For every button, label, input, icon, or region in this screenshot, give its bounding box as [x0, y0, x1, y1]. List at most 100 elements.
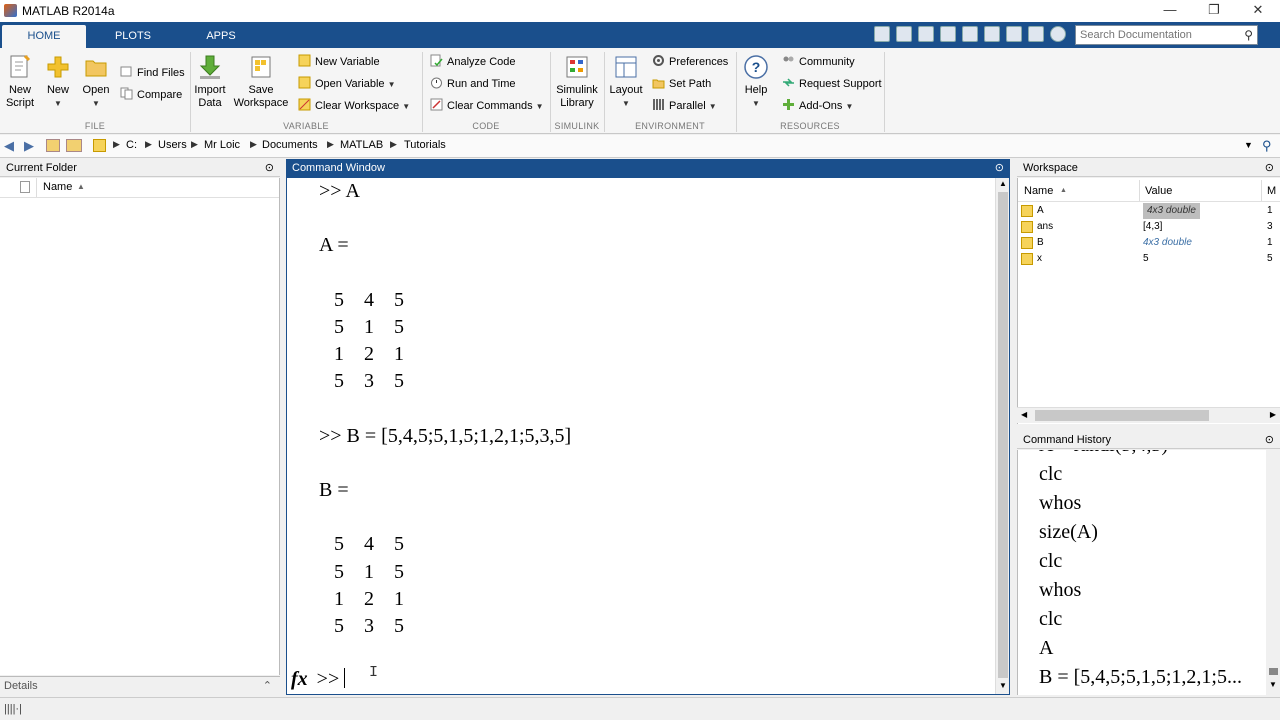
workspace-horizontal-scrollbar[interactable]: ◀ ▶ — [1017, 407, 1280, 423]
tab-plots[interactable]: PLOTS — [88, 25, 178, 48]
history-item[interactable]: A = randi(5,4,3) — [1039, 450, 1168, 457]
search-icon[interactable]: ⚲ — [1244, 28, 1253, 42]
command-prompt[interactable]: fx >> — [291, 668, 346, 691]
panel-menu-icon[interactable]: ⊙ — [995, 159, 1004, 177]
simulink-library-button[interactable]: Simulink Library — [554, 54, 600, 110]
scrollbar-thumb[interactable] — [1035, 410, 1209, 421]
import-data-button[interactable]: Import Data — [194, 54, 226, 110]
scroll-up-icon[interactable]: ▲ — [999, 179, 1007, 188]
history-item[interactable]: A — [1039, 637, 1053, 660]
history-item[interactable]: B = [5,4,5;5,1,5;1,2,1;5... — [1039, 666, 1242, 689]
save-icon[interactable] — [896, 26, 912, 42]
search-input[interactable] — [1076, 26, 1236, 44]
switch-windows-icon[interactable] — [1028, 26, 1044, 42]
divider — [1261, 180, 1262, 201]
close-button[interactable]: ✕ — [1236, 0, 1280, 22]
history-item[interactable]: whos — [1039, 492, 1081, 515]
new-button[interactable]: New ▼ — [44, 54, 72, 110]
variable-m: 1 — [1267, 237, 1273, 248]
group-code-label: CODE — [472, 121, 500, 131]
breadcrumb-documents[interactable]: Documents — [262, 139, 318, 151]
quick-access-toolbar — [870, 25, 1070, 45]
command-window-scrollbar[interactable]: ▲ ▼ — [995, 178, 1009, 694]
breadcrumb-users[interactable]: Users — [158, 139, 187, 151]
history-item[interactable]: clc — [1039, 550, 1062, 573]
workspace-title: Workspace — [1023, 162, 1078, 174]
scrollbar-thumb[interactable] — [1269, 668, 1278, 675]
column-m[interactable]: M — [1267, 182, 1276, 200]
scroll-right-icon[interactable]: ▶ — [1270, 410, 1276, 419]
scissors-icon[interactable] — [918, 26, 934, 42]
scroll-left-icon[interactable]: ◀ — [1021, 410, 1027, 419]
open-variable-button[interactable]: Open Variable ▼ — [298, 75, 396, 93]
set-path-button[interactable]: Set Path — [652, 75, 711, 93]
panel-menu-icon[interactable]: ⊙ — [1265, 431, 1274, 449]
new-script-button[interactable]: New Script — [4, 54, 36, 110]
column-name[interactable]: Name — [43, 181, 72, 193]
divider — [550, 52, 551, 132]
new-plus-icon — [47, 56, 69, 78]
analyze-code-label: Analyze Code — [447, 56, 516, 68]
up-folder-icon[interactable] — [46, 139, 60, 152]
new-variable-button[interactable]: New Variable — [298, 53, 380, 71]
workspace-row[interactable]: ans [4,3] 3 — [1018, 219, 1280, 235]
scrollbar-thumb[interactable] — [998, 192, 1008, 678]
tab-apps[interactable]: APPS — [180, 25, 262, 48]
history-item[interactable]: clc — [1039, 463, 1062, 486]
history-item[interactable]: clc — [1039, 608, 1062, 631]
community-button[interactable]: Community — [782, 53, 855, 71]
workspace-row[interactable]: B 4x3 double 1 — [1018, 235, 1280, 251]
find-files-button[interactable]: Find Files — [120, 64, 185, 82]
copy-icon[interactable] — [940, 26, 956, 42]
history-item[interactable]: whos — [1039, 579, 1081, 602]
parallel-button[interactable]: Parallel ▼ — [652, 97, 717, 115]
workspace-row[interactable]: x 5 5 — [1018, 251, 1280, 267]
breadcrumb-c[interactable]: C: — [126, 139, 137, 151]
breadcrumb-mr-loic[interactable]: Mr Loic — [204, 139, 240, 151]
column-value[interactable]: Value — [1145, 182, 1172, 200]
layout-button[interactable]: Layout ▼ — [608, 54, 644, 110]
panel-menu-icon[interactable]: ⊙ — [1265, 159, 1274, 177]
fx-icon[interactable]: fx — [291, 668, 308, 690]
path-dropdown-icon[interactable]: ▼ — [1244, 140, 1253, 150]
run-and-time-button[interactable]: Run and Time — [430, 75, 515, 93]
redo-icon[interactable] — [1006, 26, 1022, 42]
search-documentation[interactable]: ⚲ — [1075, 25, 1258, 45]
workspace-row[interactable]: A 4x3 double 1 — [1018, 203, 1280, 219]
search-folder-icon[interactable]: ⚲ — [1262, 138, 1272, 154]
details-panel[interactable]: Details ⌃ — [0, 676, 280, 694]
restore-button[interactable]: ❐ — [1192, 0, 1236, 22]
undo-icon[interactable] — [984, 26, 1000, 42]
breadcrumb-matlab[interactable]: MATLAB — [340, 139, 383, 151]
add-ons-button[interactable]: Add-Ons ▼ — [782, 97, 853, 115]
analyze-code-button[interactable]: Analyze Code — [430, 53, 516, 71]
minimize-button[interactable]: — — [1148, 0, 1192, 22]
forward-arrow-icon[interactable]: ▶ — [24, 138, 34, 154]
panel-menu-icon[interactable]: ⊙ — [265, 159, 274, 177]
chevron-up-icon[interactable]: ⌃ — [263, 677, 272, 695]
save-workspace-button[interactable]: Save Workspace — [233, 54, 289, 110]
browse-folder-icon[interactable] — [66, 139, 82, 152]
group-simulink-label: SIMULINK — [554, 121, 600, 131]
command-history-scrollbar[interactable]: ▼ — [1266, 450, 1280, 695]
clear-commands-button[interactable]: Clear Commands ▼ — [430, 97, 544, 115]
cut-icon[interactable] — [874, 26, 890, 42]
scroll-down-icon[interactable]: ▼ — [1269, 680, 1277, 689]
paste-icon[interactable] — [962, 26, 978, 42]
history-item[interactable]: size(A) — [1039, 521, 1098, 544]
compare-button[interactable]: Compare — [120, 86, 182, 104]
variable-m: 1 — [1267, 205, 1273, 216]
back-arrow-icon[interactable]: ◀ — [4, 138, 14, 154]
open-button[interactable]: Open ▼ — [80, 54, 112, 110]
workspace-panel: Name ▲ Value M A 4x3 double 1 ans [4,3] 3 B 4x3… — [1017, 178, 1280, 424]
column-name[interactable]: Name — [1024, 182, 1053, 200]
command-window[interactable]: >> A A = 5 4 5 5 1 5 1 2 1 5 3 5 >> B = [5… — [286, 177, 1010, 695]
scroll-down-icon[interactable]: ▼ — [999, 681, 1007, 690]
clear-workspace-button[interactable]: Clear Workspace ▼ — [298, 97, 410, 115]
breadcrumb-tutorials[interactable]: Tutorials — [404, 139, 446, 151]
tab-home[interactable]: HOME — [2, 25, 86, 48]
help-icon[interactable] — [1050, 26, 1066, 42]
preferences-button[interactable]: Preferences — [652, 53, 728, 71]
request-support-button[interactable]: Request Support — [782, 75, 882, 93]
help-button[interactable]: ? Help ▼ — [740, 54, 772, 110]
